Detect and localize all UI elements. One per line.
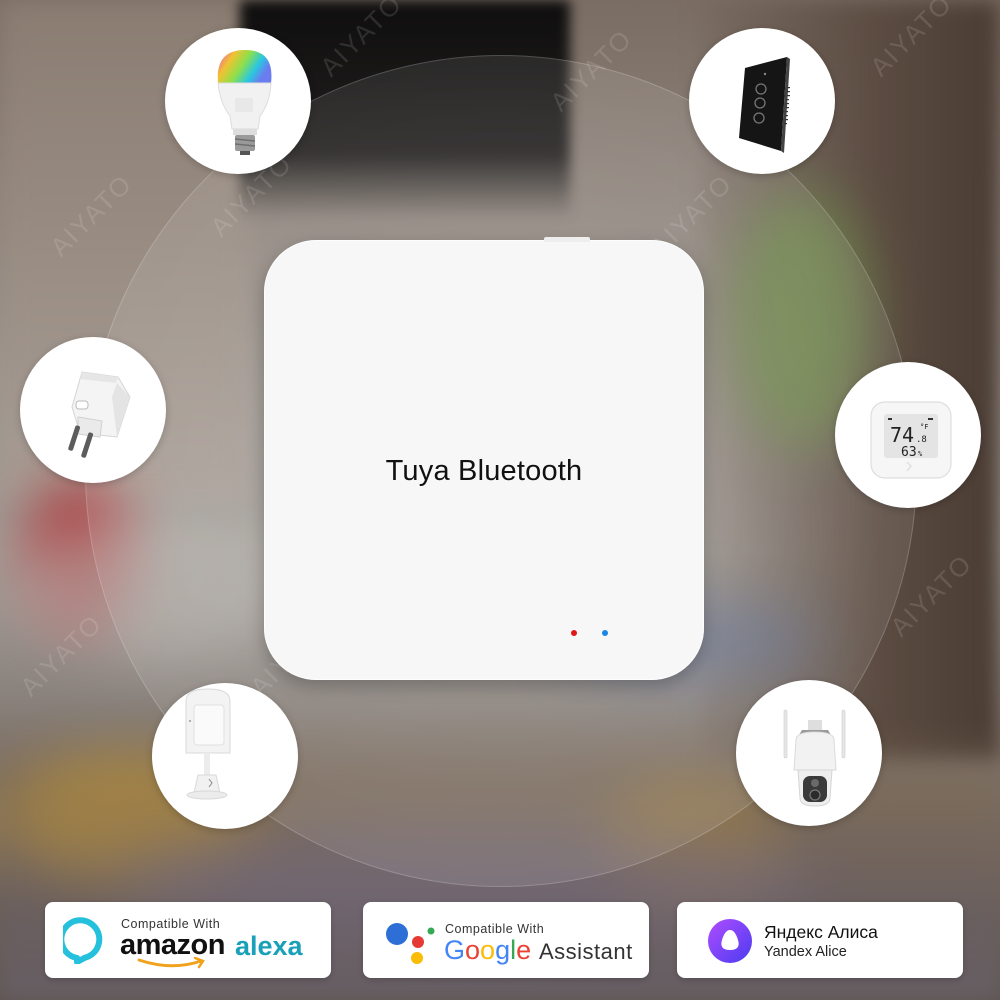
sensor-temperature: 74 [890,423,914,447]
sensor-temperature-decimal: .8 [916,435,927,445]
rgb-bulb-icon [217,50,272,155]
device-security-camera [736,680,882,826]
yandex-alice-title-ru: Яндекс Алиса [764,922,878,942]
assistant-wordmark: Assistant [539,939,633,964]
alexa-ring-icon [63,917,103,964]
badge-amazon-alexa: Compatible With amazon alexa [45,902,331,978]
tuya-bluetooth-hub: Tuya Bluetooth [264,237,704,680]
badge-google-assistant: Compatible With Google Assistant [363,902,649,978]
device-wall-switch [689,28,835,174]
device-temp-humidity-sensor: 74 .8 °F 63 % [835,362,981,508]
device-motion-sensor [152,683,298,829]
motion-sensor-icon [185,688,231,800]
google-letter: e [516,935,532,965]
google-assistant-icon [386,923,435,964]
device-rgb-bulb [165,28,311,174]
wall-switch-icon [739,57,790,153]
smart-plug-icon [68,371,131,458]
yandex-alice-icon [708,919,752,963]
hub-reset-button [544,237,590,242]
thermo-hygrometer-icon: 74 .8 °F 63 % [870,401,952,479]
hub-led-red [571,630,577,636]
amazon-smile-icon [137,957,205,969]
yandex-alice-title-en: Yandex Alice [764,944,847,960]
google-wordmark: Google [444,935,531,966]
google-letter: o [465,935,481,965]
badge-yandex-alice: Яндекс Алиса Yandex Alice [677,902,963,978]
alexa-wordmark: alexa [235,931,303,961]
sensor-humidity: 63 [901,445,917,460]
hub-led-blue [602,630,608,636]
security-camera-icon [783,709,846,807]
google-compatible-label: Compatible With [445,922,545,936]
google-letter: o [480,935,496,965]
google-letter: G [444,935,466,965]
google-letter: g [495,935,511,965]
device-smart-plug [20,337,166,483]
hub-label: Tuya Bluetooth [385,455,583,487]
sensor-temperature-unit: °F [920,423,928,431]
